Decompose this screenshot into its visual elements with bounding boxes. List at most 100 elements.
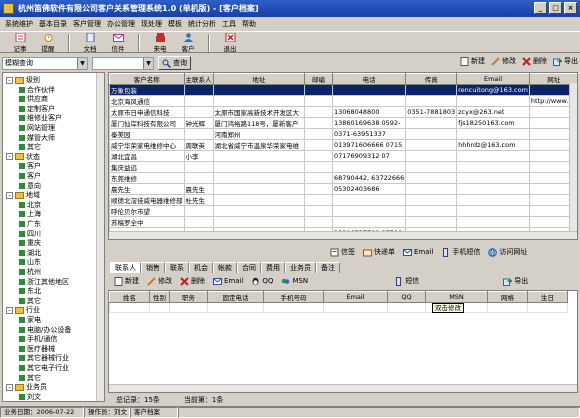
tree-leaf-node[interactable]: 其它器械行业 (19, 353, 69, 363)
tab-sales[interactable]: 销售 (141, 262, 165, 273)
table-row[interactable]: 厦门仙岸科技有限公司 钟光辉 厦门鸿裕路118号，厦新客户 13860169638 0… (109, 117, 577, 129)
menu-catalog[interactable]: 基本目录 (36, 19, 70, 29)
tab-expenses[interactable]: 费用 (261, 262, 285, 273)
tree-leaf-node[interactable]: 手机/通信 (19, 334, 57, 344)
tree-leaf-node[interactable]: 东北 (19, 286, 41, 296)
column-header[interactable]: 电话 (331, 73, 407, 85)
tree-leaf-node[interactable]: 其它 (19, 142, 41, 152)
table-row[interactable]: 东莞维修 68790442, 63722666 (109, 172, 577, 184)
table-row[interactable]: 北京海风通信 http://www.51 (109, 95, 577, 107)
contact-email-button[interactable]: Email (213, 277, 243, 286)
chevron-down-icon[interactable]: ▼ (143, 57, 153, 69)
delete-button[interactable]: 删除 (522, 56, 547, 66)
collapse-icon[interactable]: - (6, 306, 13, 314)
toolbar-reminder-button[interactable]: 提醒 (34, 32, 62, 53)
contact-sms-button[interactable]: 短信 (394, 276, 419, 286)
tree-leaf-node[interactable]: 北京 (19, 200, 41, 210)
menu-template[interactable]: 模板 (165, 19, 185, 29)
collapse-icon[interactable]: - (6, 153, 13, 161)
tab-contacts[interactable]: 联系人 (110, 262, 141, 273)
menu-help[interactable]: 帮助 (239, 19, 259, 29)
menu-tools[interactable]: 工具 (219, 19, 239, 29)
menu-system[interactable]: 系统维护 (2, 19, 36, 29)
tree-leaf-node[interactable]: 重庆 (19, 238, 41, 248)
express-slip-button[interactable]: 快递单 (363, 247, 395, 257)
new-button[interactable]: 新建 (460, 56, 485, 66)
tree-leaf-node[interactable]: 山东 (19, 257, 41, 267)
table-row[interactable]: 苏稿罗全中 (109, 216, 577, 228)
tree-leaf-node[interactable]: 定制客户 (19, 104, 55, 114)
tree-leaf-node[interactable]: 意向 (19, 181, 41, 191)
contact-column-header[interactable]: 职务 (169, 291, 208, 303)
tree-group-node[interactable]: - 状态 (6, 152, 40, 162)
menu-statistics[interactable]: 统计分析 (185, 19, 219, 29)
tab-communications[interactable]: 联系 (165, 262, 189, 273)
category-tree[interactable]: - 级别 合作伙伴 供应商 定制客户 维修业客户 网站管理 媒管大师 其它 - 状态 客户 客户 意向 - 地… (2, 72, 105, 402)
contact-column-header[interactable]: MSN (425, 291, 488, 303)
toolbar-letter-button[interactable]: 信件 (104, 32, 132, 53)
sms-button[interactable]: 手机短信 (441, 247, 480, 257)
contact-column-header[interactable]: 网格 (487, 291, 528, 303)
table-row[interactable]: 秦美园 河南郑州 0371-63951337 (109, 128, 577, 140)
tree-leaf-node[interactable]: 家电 (19, 315, 41, 325)
table-row[interactable]: 晨先生 晨先生 05302403686 (109, 183, 577, 195)
column-header[interactable]: 主联系人 (183, 73, 214, 85)
tree-leaf-node[interactable]: 四川 (19, 229, 41, 239)
tree-leaf-node[interactable]: 网站管理 (19, 123, 55, 133)
email-button[interactable]: Email (403, 247, 433, 257)
column-header[interactable]: Email (456, 73, 530, 85)
tree-leaf-node[interactable]: 供应商 (19, 94, 48, 104)
toolbar-exit-button[interactable]: 退出 (216, 32, 244, 53)
contact-column-header[interactable]: Email (323, 291, 388, 303)
tree-leaf-node[interactable]: 其它电子行业 (19, 363, 69, 373)
tree-leaf-node[interactable]: 上海 (19, 209, 41, 219)
contact-msn-button[interactable]: MSN (281, 277, 308, 286)
tree-leaf-node[interactable]: 广东 (19, 219, 41, 229)
contact-column-header[interactable]: 手机号码 (263, 291, 324, 303)
table-row[interactable]: 太原市日申通信科技 太原市国家高新技术开发区大 13068048800 0351-78… (109, 106, 577, 118)
column-header[interactable]: 传真 (405, 73, 458, 85)
contact-edit-button[interactable]: 修改 (147, 276, 172, 286)
column-header[interactable]: 地址 (212, 73, 306, 85)
tree-leaf-node[interactable]: 湖北 (19, 248, 41, 258)
chevron-down-icon[interactable]: ▼ (77, 57, 87, 69)
contact-column-header[interactable]: 生日 (527, 291, 568, 303)
tree-leaf-node[interactable]: 刘文 (19, 392, 41, 401)
close-button[interactable]: × (564, 2, 577, 14)
search-field-select[interactable]: 模糊查询 ▼ (2, 56, 88, 70)
tab-opportunities[interactable]: 机会 (189, 262, 213, 273)
contact-empty-row[interactable] (109, 302, 568, 313)
collapse-icon[interactable]: - (6, 76, 13, 84)
table-row[interactable]: 万象包装 rencuitong@163.com (109, 84, 577, 96)
grid-vertical-scrollbar[interactable] (569, 83, 577, 233)
tree-group-node[interactable]: - 级别 (6, 75, 40, 85)
menu-customer[interactable]: 客户管理 (70, 19, 104, 29)
tree-leaf-node[interactable]: 浙江其他地区 (19, 277, 69, 287)
toolbar-incoming-call-button[interactable]: 来电 (146, 32, 174, 53)
contact-delete-button[interactable]: 删除 (180, 276, 205, 286)
contact-column-header[interactable]: 性别 (149, 291, 170, 303)
tab-contracts[interactable]: 合同 (237, 262, 261, 273)
menu-process[interactable]: 现处理 (138, 19, 165, 29)
maximize-button[interactable]: □ (549, 2, 562, 14)
grid-horizontal-scrollbar[interactable] (109, 231, 577, 239)
table-row[interactable]: 集庆益远 (109, 161, 577, 173)
contact-column-header[interactable]: QQ (387, 291, 426, 303)
contact-column-header[interactable]: 固定电话 (207, 291, 264, 303)
collapse-icon[interactable]: - (6, 383, 13, 391)
edit-button[interactable]: 修改 (491, 56, 516, 66)
tree-leaf-node[interactable]: 其它 (19, 296, 41, 306)
tree-group-node[interactable]: - 地域 (6, 190, 40, 200)
tab-accounts[interactable]: 帐款 (213, 262, 237, 273)
toolbar-notes-button[interactable]: 记事 (6, 32, 34, 53)
contact-column-header[interactable]: 姓名 (109, 291, 150, 303)
tree-leaf-node[interactable]: 客户 (19, 171, 41, 181)
visit-website-button[interactable]: 访问网址 (488, 247, 527, 257)
tree-group-node[interactable]: - 行业 (6, 305, 40, 315)
tree-group-node[interactable]: - 业务员 (6, 382, 47, 392)
tree-leaf-node[interactable]: 医疗器械 (19, 344, 55, 354)
search-button[interactable]: 查询 (158, 56, 191, 70)
tree-leaf-node[interactable]: 杭州 (19, 267, 41, 277)
tree-leaf-node[interactable]: 客户 (19, 161, 41, 171)
table-row[interactable]: 湖北宜昌 小李 07176909312 07 (109, 150, 577, 162)
